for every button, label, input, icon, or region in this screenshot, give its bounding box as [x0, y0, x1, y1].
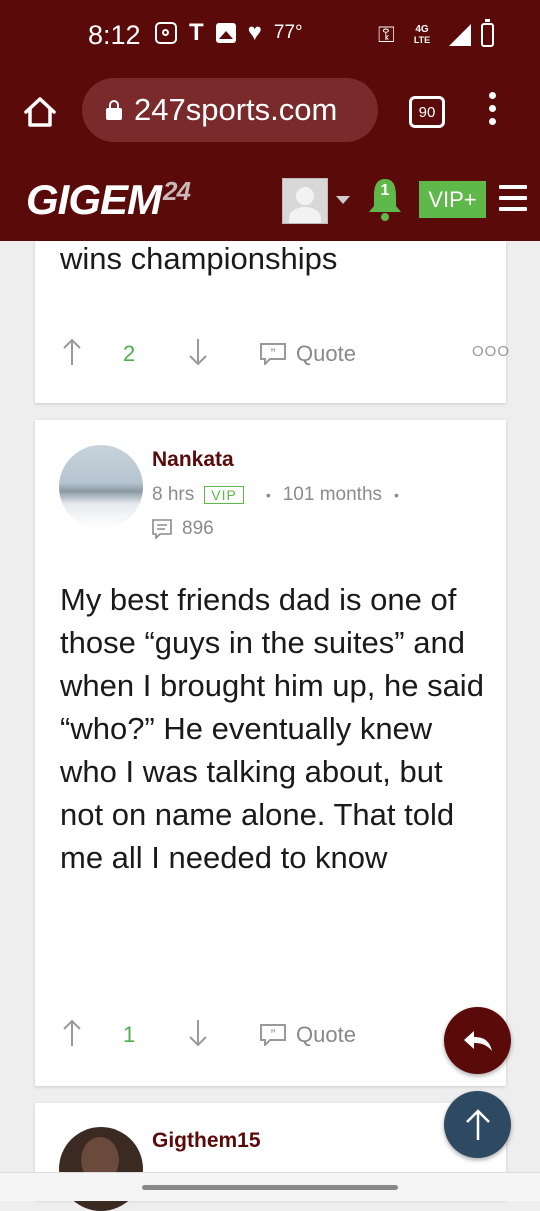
status-bar: 8:12 T ♥ 77° ⚿ 4G LTE	[0, 0, 540, 74]
key-icon: ⚿	[378, 22, 395, 47]
svg-text:”: ”	[270, 347, 276, 359]
quote-icon: ”	[260, 343, 286, 365]
battery-icon	[480, 19, 494, 47]
comments-icon	[152, 519, 172, 539]
notification-bell[interactable]: 1	[366, 176, 404, 222]
post-actions: 2 ” Quote OOO	[60, 337, 510, 377]
heart-icon: ♥	[247, 19, 262, 46]
url-text[interactable]: 247sports.com	[134, 92, 374, 128]
site-header: GIGEM24 1 VIP+	[0, 164, 540, 241]
post-body: wins championships	[60, 241, 338, 276]
quote-button[interactable]: ” Quote	[260, 1022, 356, 1048]
lock-icon	[106, 100, 122, 120]
post-username[interactable]: Gigthem15	[152, 1129, 261, 1153]
post-card: Nankata 8 hrs VIP • 101 months • 896 My …	[35, 420, 506, 1086]
hamburger-menu-icon[interactable]	[499, 185, 527, 218]
browser-toolbar: 247sports.com 90	[0, 74, 540, 164]
reply-icon	[463, 1030, 492, 1051]
svg-text:4G: 4G	[415, 24, 429, 35]
post-username[interactable]: Nankata	[152, 448, 234, 472]
reply-button[interactable]	[444, 1007, 511, 1074]
vip-plus-button[interactable]: VIP+	[419, 181, 486, 218]
network-indicator: 4G LTE	[405, 22, 439, 48]
avatar[interactable]	[59, 445, 143, 529]
site-logo[interactable]: GIGEM24	[26, 176, 191, 224]
more-options-icon[interactable]: OOO	[472, 343, 510, 360]
browser-menu-icon[interactable]	[484, 92, 500, 132]
t-mobile-icon: T	[189, 19, 204, 46]
vote-count: 2	[123, 341, 136, 366]
tab-switcher-button[interactable]: 90	[409, 96, 445, 128]
status-time: 8:12	[88, 20, 141, 50]
chevron-down-icon[interactable]	[336, 196, 350, 204]
quote-button[interactable]: ” Quote	[260, 341, 356, 367]
post-time: 8 hrs	[152, 484, 195, 505]
address-bar[interactable]: 247sports.com	[82, 78, 378, 142]
user-avatar[interactable]	[282, 178, 328, 224]
temperature: 77°	[273, 22, 303, 43]
downvote-icon[interactable]	[188, 337, 208, 367]
lte-icon: 4G LTE	[414, 24, 430, 45]
downvote-icon[interactable]	[188, 1018, 208, 1048]
scroll-to-top-button[interactable]	[444, 1091, 511, 1158]
home-icon[interactable]	[22, 94, 58, 130]
vip-badge: VIP	[204, 486, 244, 504]
post-meta: 8 hrs VIP • 101 months •	[152, 484, 399, 505]
upvote-icon[interactable]	[62, 1018, 82, 1048]
upvote-icon[interactable]	[62, 337, 82, 367]
arrow-up-icon	[465, 1108, 490, 1140]
post-body: My best friends dad is one of those “guy…	[60, 582, 484, 875]
post-count: 896	[182, 518, 214, 539]
post-actions: 1 ” Quote	[60, 1018, 510, 1058]
svg-text:”: ”	[270, 1028, 276, 1040]
svg-text:LTE: LTE	[414, 35, 430, 45]
post-count-row: 896	[152, 518, 214, 540]
vote-count: 1	[123, 1022, 136, 1047]
signal-icon	[448, 24, 471, 46]
image-icon	[215, 23, 236, 43]
screen-record-icon	[155, 22, 177, 44]
quote-icon: ”	[260, 1024, 286, 1046]
gesture-handle[interactable]	[142, 1185, 398, 1190]
post-card: wins championships 2 ” Quote OOO	[35, 241, 509, 403]
notification-count: 1	[380, 182, 390, 199]
system-nav-bar	[0, 1172, 540, 1201]
member-tenure: 101 months	[282, 484, 383, 505]
